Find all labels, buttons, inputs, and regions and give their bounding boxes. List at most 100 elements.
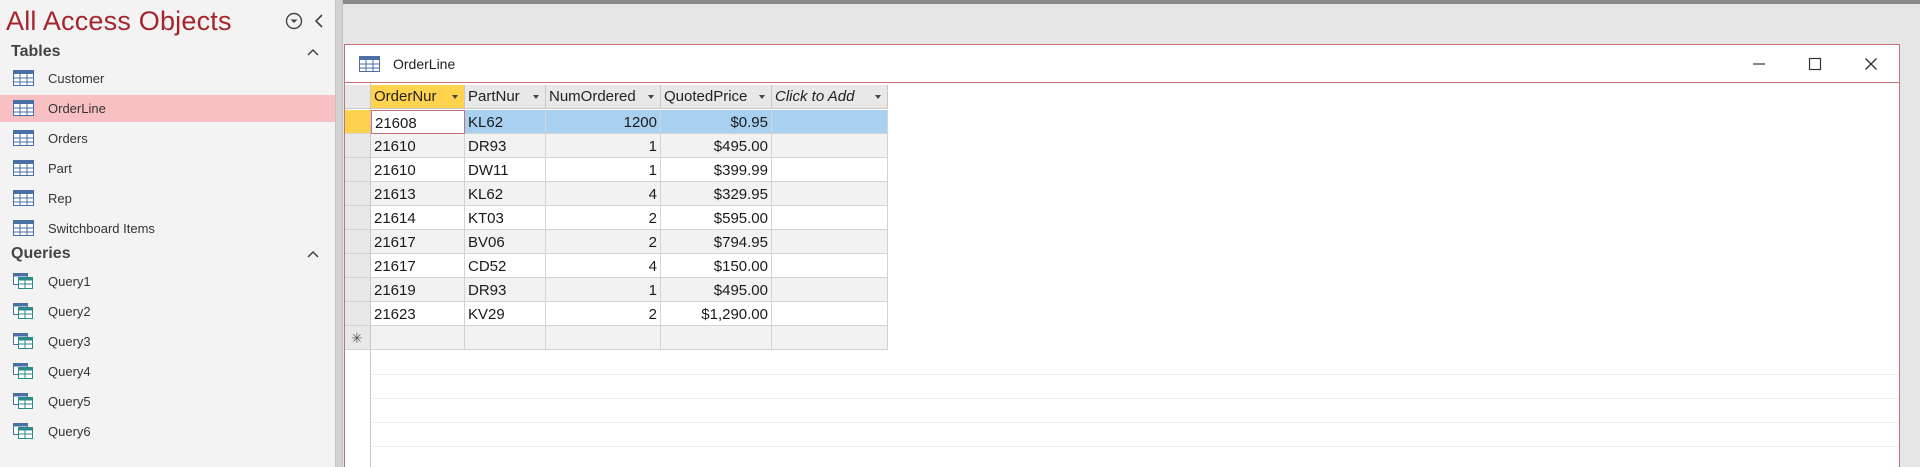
nav-table-rep[interactable]: Rep (0, 185, 335, 212)
cell-numordered[interactable]: 2 (546, 230, 661, 254)
cell-click-to-add[interactable] (772, 158, 888, 182)
cell-value: $1,290.00 (701, 306, 768, 323)
select-all-corner[interactable] (345, 85, 371, 109)
cell-partnur[interactable]: KT03 (465, 206, 546, 230)
record-selector[interactable] (345, 278, 371, 302)
column-header-partnur[interactable]: PartNur (465, 85, 546, 109)
cell-ordernur[interactable]: 21608 (371, 110, 465, 134)
chevron-up-icon[interactable] (306, 249, 320, 259)
record-selector[interactable] (345, 158, 371, 182)
cell-ordernur[interactable]: 21617 (371, 254, 465, 278)
cell-partnur[interactable]: KV29 (465, 302, 546, 326)
nav-table-customer[interactable]: Customer (0, 65, 335, 92)
cell-numordered[interactable]: 1200 (546, 110, 661, 134)
new-record-cell[interactable] (661, 326, 772, 350)
record-selector[interactable] (345, 110, 371, 134)
nav-section-tables[interactable]: Tables (0, 40, 335, 66)
maximize-button[interactable] (1787, 45, 1843, 83)
cell-partnur[interactable]: KL62 (465, 110, 546, 134)
record-selector[interactable] (345, 134, 371, 158)
nav-query-query3[interactable]: Query3 (0, 328, 335, 355)
cell-ordernur[interactable]: 21610 (371, 134, 465, 158)
sort-filter-dropdown-icon[interactable] (648, 95, 654, 99)
nav-query-query6[interactable]: Query6 (0, 418, 335, 445)
cell-ordernur[interactable]: 21617 (371, 230, 465, 254)
cell-click-to-add[interactable] (772, 110, 888, 134)
cell-quotedprice[interactable]: $329.95 (661, 182, 772, 206)
cell-click-to-add[interactable] (772, 278, 888, 302)
cell-quotedprice[interactable]: $399.99 (661, 158, 772, 182)
close-button[interactable] (1843, 45, 1899, 83)
document-titlebar[interactable]: OrderLine (345, 45, 1899, 83)
cell-ordernur[interactable]: 21613 (371, 182, 465, 206)
new-record-cell[interactable] (371, 326, 465, 350)
nav-table-part[interactable]: Part (0, 155, 335, 182)
cell-ordernur[interactable]: 21623 (371, 302, 465, 326)
cell-numordered[interactable]: 4 (546, 254, 661, 278)
cell-click-to-add[interactable] (772, 230, 888, 254)
nav-query-query5[interactable]: Query5 (0, 388, 335, 415)
chevron-up-icon[interactable] (306, 47, 320, 57)
new-record-cell[interactable] (465, 326, 546, 350)
nav-pane-title[interactable]: All Access Objects (6, 6, 232, 37)
cell-partnur[interactable]: CD52 (465, 254, 546, 278)
new-record-cell[interactable] (546, 326, 661, 350)
cell-click-to-add[interactable] (772, 302, 888, 326)
chevron-left-icon[interactable] (312, 12, 326, 30)
record-selector[interactable] (345, 230, 371, 254)
nav-query-query2[interactable]: Query2 (0, 298, 335, 325)
cell-quotedprice[interactable]: $1,290.00 (661, 302, 772, 326)
column-header-numordered[interactable]: NumOrdered (546, 85, 661, 109)
minimize-button[interactable] (1731, 45, 1787, 83)
cell-quotedprice[interactable]: $794.95 (661, 230, 772, 254)
nav-section-tables-label: Tables (11, 43, 61, 60)
sort-filter-dropdown-icon[interactable] (533, 95, 539, 99)
sort-filter-dropdown-icon[interactable] (759, 95, 765, 99)
cell-numordered[interactable]: 4 (546, 182, 661, 206)
nav-item-label: Query4 (48, 364, 91, 379)
record-selector[interactable] (345, 302, 371, 326)
nav-query-query4[interactable]: Query4 (0, 358, 335, 385)
cell-partnur[interactable]: KL62 (465, 182, 546, 206)
cell-ordernur[interactable]: 21614 (371, 206, 465, 230)
new-record-cell[interactable] (772, 326, 888, 350)
cell-click-to-add[interactable] (772, 182, 888, 206)
cell-ordernur[interactable]: 21610 (371, 158, 465, 182)
record-selector[interactable] (345, 206, 371, 230)
cell-numordered[interactable]: 2 (546, 302, 661, 326)
sort-filter-dropdown-icon[interactable] (875, 95, 881, 99)
cell-partnur[interactable]: DR93 (465, 134, 546, 158)
cell-quotedprice[interactable]: $150.00 (661, 254, 772, 278)
cell-numordered[interactable]: 1 (546, 158, 661, 182)
cell-partnur[interactable]: DR93 (465, 278, 546, 302)
cell-quotedprice[interactable]: $495.00 (661, 278, 772, 302)
nav-table-orders[interactable]: Orders (0, 125, 335, 152)
column-header-quotedprice[interactable]: QuotedPrice (661, 85, 772, 109)
nav-section-queries[interactable]: Queries (0, 242, 335, 268)
record-selector[interactable] (345, 254, 371, 278)
sort-filter-dropdown-icon[interactable] (452, 95, 458, 99)
nav-item-label: OrderLine (48, 101, 106, 116)
cell-numordered[interactable]: 1 (546, 134, 661, 158)
cell-click-to-add[interactable] (772, 206, 888, 230)
cell-quotedprice[interactable]: $595.00 (661, 206, 772, 230)
nav-table-switchboard-items[interactable]: Switchboard Items (0, 215, 335, 242)
nav-pane-splitter[interactable] (335, 0, 343, 467)
cell-numordered[interactable]: 2 (546, 206, 661, 230)
dropdown-circle-icon[interactable] (285, 12, 303, 30)
cell-partnur[interactable]: BV06 (465, 230, 546, 254)
column-header-ordernur[interactable]: OrderNur (371, 85, 465, 109)
cell-click-to-add[interactable] (772, 134, 888, 158)
cell-ordernur[interactable]: 21619 (371, 278, 465, 302)
cell-partnur[interactable]: DW11 (465, 158, 546, 182)
cell-quotedprice[interactable]: $495.00 (661, 134, 772, 158)
cell-click-to-add[interactable] (772, 254, 888, 278)
record-selector[interactable] (345, 182, 371, 206)
column-header-click-to-add[interactable]: Click to Add (772, 85, 888, 109)
new-record-selector[interactable]: ✳ (345, 326, 371, 350)
cell-numordered[interactable]: 1 (546, 278, 661, 302)
nav-query-query1[interactable]: Query1 (0, 268, 335, 295)
cell-quotedprice[interactable]: $0.95 (661, 110, 772, 134)
nav-table-orderline[interactable]: OrderLine (0, 95, 335, 122)
cell-value: 21610 (374, 138, 416, 155)
